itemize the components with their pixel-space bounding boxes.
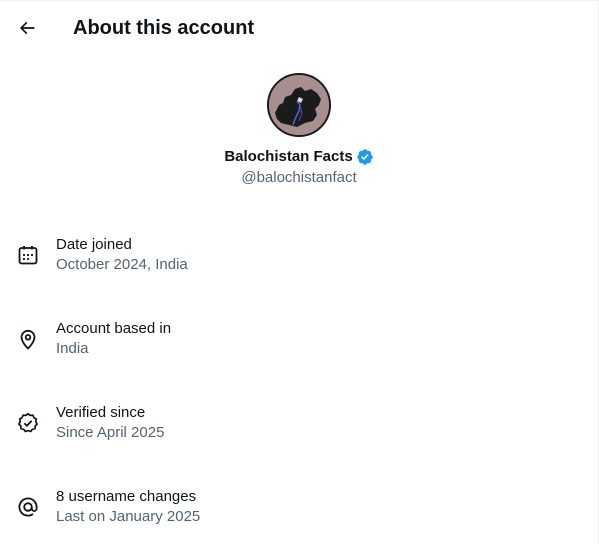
info-value: October 2024, India [56, 256, 188, 273]
profile-summary: Balochistan Facts @balochistanfact [0, 73, 598, 188]
info-value: Since April 2025 [56, 424, 165, 441]
info-text: Date joined October 2024, India [56, 235, 188, 275]
about-account-panel: About this account Balochistan Facts @ba… [0, 0, 599, 544]
name-row: Balochistan Facts [224, 147, 373, 167]
info-label: Date joined [56, 236, 132, 253]
at-sign-icon [16, 495, 40, 519]
verified-badge-outline-icon [16, 411, 40, 435]
location-pin-icon [16, 327, 40, 351]
handle: @balochistanfact [241, 169, 357, 186]
info-row-username-changes: 8 username changes Last on January 2025 [0, 477, 598, 544]
info-text: Verified since Since April 2025 [56, 403, 164, 443]
info-label: 8 username changes [56, 488, 197, 505]
info-value: India [56, 340, 89, 357]
account-info-list: Date joined October 2024, India Account … [0, 225, 598, 544]
page-title: About this account [73, 17, 255, 39]
info-label: Verified since [56, 404, 146, 421]
arrow-left-icon [17, 18, 37, 38]
back-button[interactable] [8, 9, 46, 47]
info-row-verified-since: Verified since Since April 2025 [0, 393, 598, 477]
info-text: Account based in India [56, 319, 171, 359]
header: About this account [0, 1, 598, 57]
avatar[interactable] [267, 73, 331, 137]
info-label: Account based in [56, 320, 172, 337]
calendar-icon [16, 243, 40, 267]
display-name: Balochistan Facts [224, 148, 353, 165]
avatar-map-image [269, 75, 329, 135]
verified-badge-icon[interactable] [356, 148, 374, 166]
info-row-account-based-in: Account based in India [0, 309, 598, 393]
info-row-date-joined: Date joined October 2024, India [0, 225, 598, 309]
info-value: Last on January 2025 [56, 508, 201, 525]
info-text: 8 username changes Last on January 2025 [56, 487, 200, 527]
